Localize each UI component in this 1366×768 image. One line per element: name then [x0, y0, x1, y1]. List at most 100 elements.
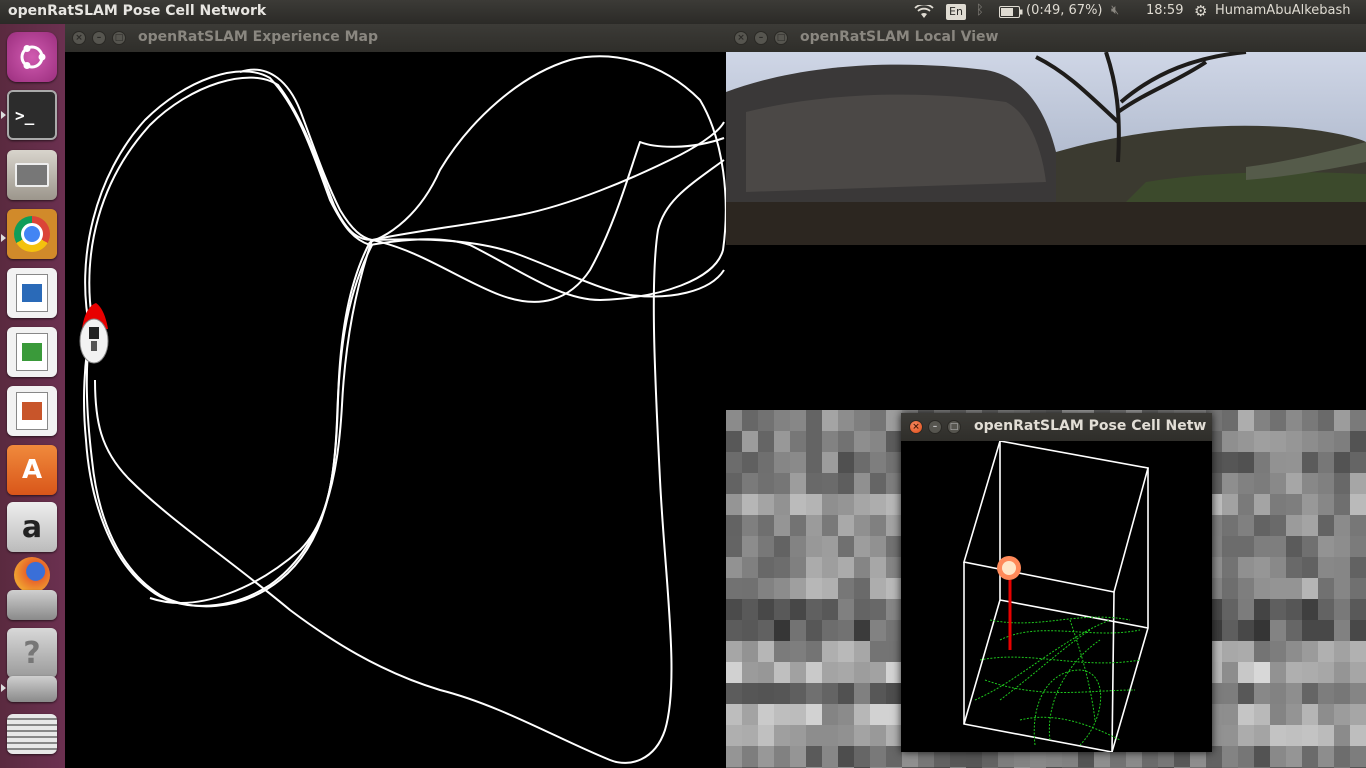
view-template-cell	[1334, 431, 1350, 452]
view-template-cell	[790, 431, 806, 452]
view-template-cell	[1286, 704, 1302, 725]
view-template-cell	[886, 746, 902, 767]
view-template-cell	[1286, 578, 1302, 599]
view-template-cell	[1350, 557, 1366, 578]
trash-icon[interactable]	[7, 714, 57, 754]
maximize-button[interactable]: □	[112, 31, 126, 45]
minimize-button[interactable]: –	[92, 31, 106, 45]
experience-map-titlebar[interactable]: × – □ openRatSLAM Experience Map	[65, 24, 726, 52]
view-template-cell	[1318, 473, 1334, 494]
wifi-icon[interactable]	[914, 5, 934, 19]
running-indicator	[1, 684, 6, 692]
close-button[interactable]: ×	[909, 420, 923, 434]
view-template-cell	[822, 515, 838, 536]
username[interactable]: HumamAbuAlkebash	[1215, 3, 1351, 18]
view-template-cell	[1270, 620, 1286, 641]
close-button[interactable]: ×	[734, 31, 748, 45]
libreoffice-writer-icon[interactable]	[7, 268, 57, 318]
files-icon[interactable]	[7, 150, 57, 200]
clock[interactable]: 18:59	[1146, 3, 1183, 18]
view-template-cell	[870, 641, 886, 662]
libreoffice-calc-icon[interactable]	[7, 327, 57, 377]
view-template-cell	[758, 452, 774, 473]
view-template-cell	[774, 557, 790, 578]
minimize-button[interactable]: –	[754, 31, 768, 45]
view-template-cell	[790, 578, 806, 599]
experience-map-window[interactable]: × – □ openRatSLAM Experience Map	[65, 24, 726, 768]
view-template-cell	[1254, 536, 1270, 557]
view-template-cell	[1350, 494, 1366, 515]
chrome-icon[interactable]	[7, 209, 57, 259]
view-template-cell	[1302, 599, 1318, 620]
view-template-cell	[838, 641, 854, 662]
view-template-cell	[1254, 725, 1270, 746]
stacked-apps-icon[interactable]	[7, 676, 57, 702]
volume-muted-icon[interactable]: 🔇︎	[1111, 3, 1119, 18]
pose-cell-titlebar[interactable]: × – □ openRatSLAM Pose Cell Networ	[901, 413, 1212, 441]
view-template-cell	[726, 536, 742, 557]
view-template-cell	[758, 599, 774, 620]
libreoffice-impress-icon[interactable]	[7, 386, 57, 436]
view-template-cell	[870, 746, 886, 767]
view-template-cell	[1222, 620, 1238, 641]
view-template-cell	[822, 431, 838, 452]
view-template-cell	[742, 557, 758, 578]
view-template-cell	[726, 578, 742, 599]
maximize-button[interactable]: □	[774, 31, 788, 45]
view-template-cell	[822, 578, 838, 599]
close-button[interactable]: ×	[72, 31, 86, 45]
view-template-cell	[774, 746, 790, 767]
view-template-cell	[1222, 662, 1238, 683]
terminal-icon[interactable]: >_	[7, 90, 57, 140]
view-template-cell	[1318, 599, 1334, 620]
view-template-cell	[1238, 494, 1254, 515]
view-template-cell	[1318, 620, 1334, 641]
maximize-button[interactable]: □	[947, 420, 961, 434]
view-template-cell	[1334, 452, 1350, 473]
local-view-titlebar[interactable]: × – □ openRatSLAM Local View	[726, 24, 1366, 52]
view-template-cell	[1302, 578, 1318, 599]
view-template-cell	[838, 662, 854, 683]
gear-icon[interactable]: ⚙	[1194, 2, 1207, 20]
view-template-cell	[1222, 515, 1238, 536]
window-title: openRatSLAM Pose Cell Networ	[974, 418, 1206, 434]
view-template-cell	[806, 515, 822, 536]
view-template-cell	[774, 662, 790, 683]
view-template-cell	[790, 620, 806, 641]
ubuntu-dash-icon[interactable]	[7, 32, 57, 82]
view-template-cell	[1318, 683, 1334, 704]
pose-cell-window[interactable]: × – □ openRatSLAM Pose Cell Networ	[901, 413, 1212, 752]
amazon-icon[interactable]: a	[7, 502, 57, 552]
view-template-cell	[742, 641, 758, 662]
view-template-cell	[758, 494, 774, 515]
view-template-cell	[1270, 536, 1286, 557]
minimize-button[interactable]: –	[928, 420, 942, 434]
view-template-cell	[854, 662, 870, 683]
view-template-cell	[726, 683, 742, 704]
help-icon[interactable]: ?	[7, 628, 57, 678]
view-template-cell	[854, 620, 870, 641]
battery-status-text[interactable]: (0:49, 67%)	[1026, 3, 1103, 18]
view-template-cell	[758, 704, 774, 725]
view-template-cell	[1270, 578, 1286, 599]
view-template-cell	[742, 683, 758, 704]
view-template-cell	[1334, 557, 1350, 578]
view-template-cell	[854, 557, 870, 578]
pose-cell-canvas[interactable]	[901, 441, 1212, 752]
view-template-cell	[806, 431, 822, 452]
view-template-cell	[1318, 452, 1334, 473]
view-template-cell	[806, 704, 822, 725]
view-template-cell	[1350, 599, 1366, 620]
view-template-cell	[806, 620, 822, 641]
view-template-cell	[1254, 704, 1270, 725]
view-template-cell	[1350, 536, 1366, 557]
experience-map-canvas[interactable]	[65, 52, 726, 768]
view-template-cell	[1254, 578, 1270, 599]
software-center-icon[interactable]: A	[7, 445, 57, 495]
view-template-cell	[1254, 620, 1270, 641]
workspace-stack-icon[interactable]	[7, 590, 57, 620]
battery-icon[interactable]	[999, 6, 1023, 18]
keyboard-language-indicator[interactable]: En	[946, 4, 966, 20]
view-template-cell	[838, 704, 854, 725]
bluetooth-icon[interactable]: ᛒ	[976, 3, 984, 18]
